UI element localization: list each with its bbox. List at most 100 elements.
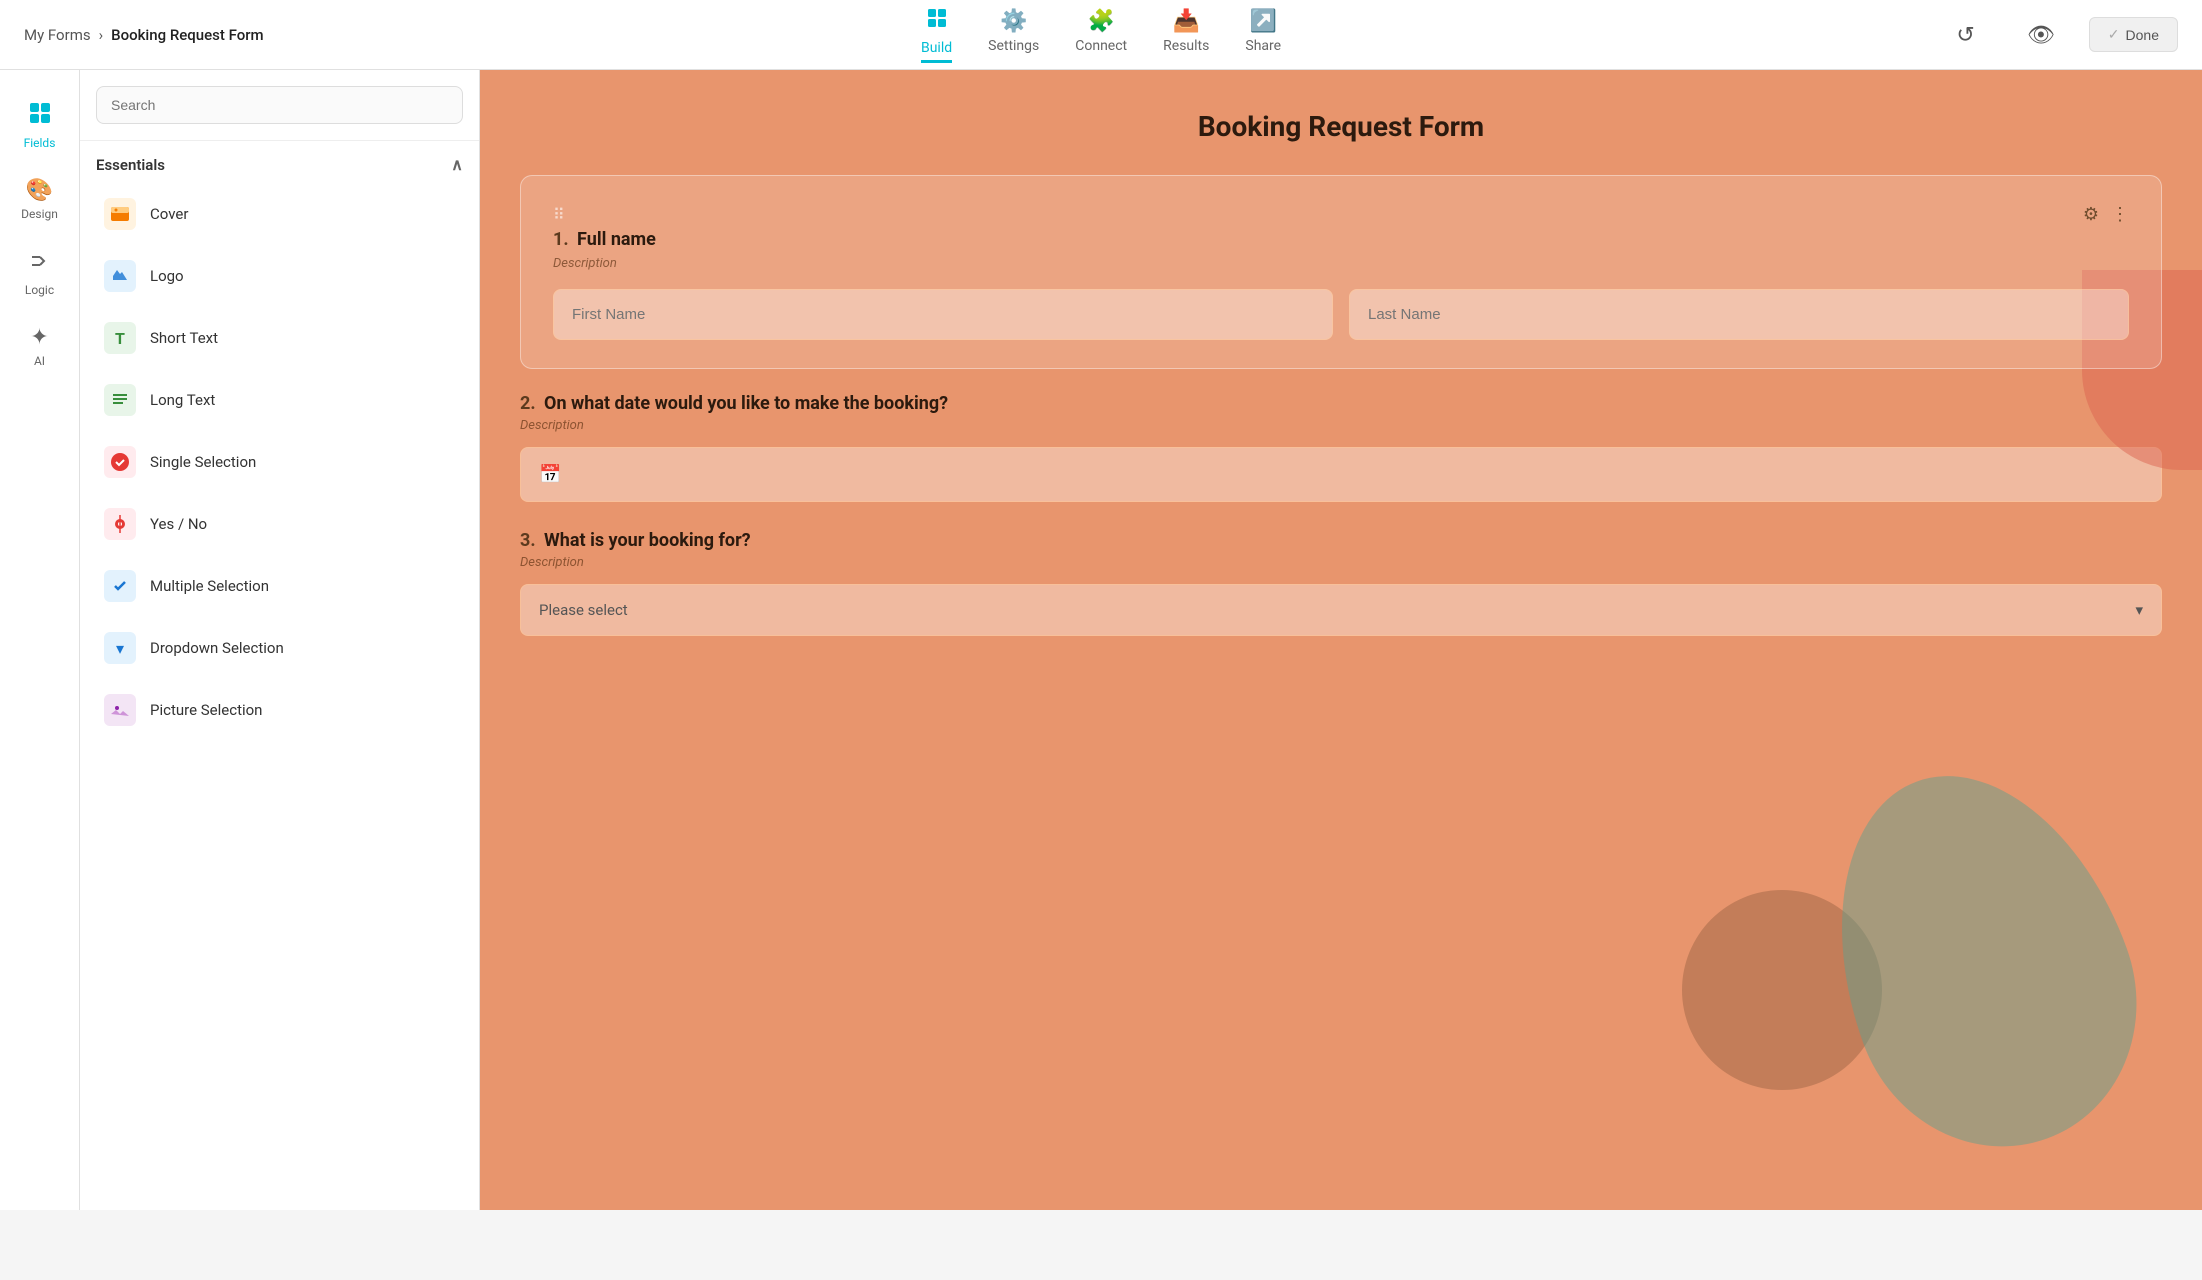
question-card-1: ⠿ ⚙ ⋮ 1. Full name Description [520,175,2162,369]
card-actions-1: ⚙ ⋮ [2083,204,2129,225]
question-3-container: 3. What is your booking for? Description… [520,530,2162,636]
field-item-picture-selection[interactable]: Picture Selection [88,680,471,740]
nav-share[interactable]: ↗️ Share [1245,9,1281,61]
card-settings-button[interactable]: ⚙ [2083,204,2099,225]
header-actions: ↺ 👁 ✓ Done [1938,14,2178,56]
results-icon: 📥 [1173,9,1200,34]
question-2-text: On what date would you like to make the … [544,393,948,414]
history-button[interactable]: ↺ [1938,14,1992,56]
breadcrumb-parent[interactable]: My Forms [24,26,91,44]
done-checkmark: ✓ [2108,26,2120,43]
chevron-up-icon[interactable]: ∧ [451,155,463,174]
sidebar-item-design[interactable]: 🎨 Design [6,168,74,231]
question-1-desc: Description [553,256,2129,271]
field-item-logo[interactable]: Logo [88,246,471,306]
last-name-input[interactable] [1349,289,2129,340]
top-nav: Build ⚙️ Settings 🧩 Connect 📥 Results ↗️… [921,6,1281,63]
nav-build-label: Build [921,40,952,56]
decorative-leaf [1785,734,2178,1187]
cover-field-icon [104,198,136,230]
main-layout: Fields 🎨 Design Logic ✦ AI Essentials ∧ [0,70,2202,1210]
cover-field-label: Cover [150,205,188,223]
yes-no-field-label: Yes / No [150,515,207,533]
short-text-field-label: Short Text [150,329,218,347]
dropdown-chevron-icon: ▾ [2135,601,2143,619]
nav-build[interactable]: Build [921,6,952,63]
done-label: Done [2126,27,2159,43]
field-item-long-text[interactable]: Long Text [88,370,471,430]
nav-settings-label: Settings [988,38,1039,54]
fields-panel: Essentials ∧ Cover Logo T Short Text Lon… [80,70,480,1210]
field-item-yes-no[interactable]: Yes / No [88,494,471,554]
build-icon [925,6,949,36]
multiple-selection-field-icon [104,570,136,602]
fields-icon [27,100,53,132]
search-box [80,70,479,141]
long-text-field-icon [104,384,136,416]
essentials-label: Essentials [96,156,165,174]
nav-share-label: Share [1245,38,1281,54]
question-2-desc: Description [520,418,2162,433]
nav-settings[interactable]: ⚙️ Settings [988,9,1039,61]
question-2-number: 2. [520,393,536,414]
sidebar-design-label: Design [21,207,58,221]
search-input[interactable] [96,86,463,124]
question-3-text: What is your booking for? [544,530,751,551]
long-text-field-label: Long Text [150,391,215,409]
sidebar-item-ai[interactable]: ✦ AI [6,315,74,378]
icon-sidebar: Fields 🎨 Design Logic ✦ AI [0,70,80,1210]
picture-selection-field-label: Picture Selection [150,701,262,719]
breadcrumb: My Forms › Booking Request Form [24,26,264,44]
field-item-dropdown[interactable]: ▾ Dropdown Selection [88,618,471,678]
question-2-container: 2. On what date would you like to make t… [520,393,2162,502]
design-icon: 🎨 [26,178,53,203]
question-2-label: 2. On what date would you like to make t… [520,393,2162,414]
logo-field-label: Logo [150,267,184,285]
sidebar-fields-label: Fields [24,136,56,150]
sidebar-ai-label: AI [34,354,45,368]
question-3-desc: Description [520,555,2162,570]
app-header: My Forms › Booking Request Form Build ⚙️… [0,0,2202,70]
sidebar-item-fields[interactable]: Fields [6,90,74,160]
breadcrumb-current: Booking Request Form [111,26,264,44]
logo-field-icon [104,260,136,292]
dropdown-placeholder: Please select [539,601,628,619]
field-item-multiple-selection[interactable]: Multiple Selection [88,556,471,616]
nav-results[interactable]: 📥 Results [1163,9,1209,61]
settings-icon: ⚙️ [1000,9,1027,34]
question-3-label: 3. What is your booking for? [520,530,2162,551]
preview-button[interactable]: 👁 [2009,14,2073,56]
logic-icon [28,249,52,279]
essentials-section-header: Essentials ∧ [80,141,479,184]
drag-handle-1[interactable]: ⠿ [553,205,567,224]
share-icon: ↗️ [1250,9,1277,34]
dropdown-field-label: Dropdown Selection [150,639,284,657]
nav-results-label: Results [1163,38,1209,54]
dropdown-input[interactable]: Please select ▾ [520,584,2162,636]
nav-connect[interactable]: 🧩 Connect [1075,9,1127,61]
date-input[interactable]: 📅 [520,447,2162,502]
field-item-cover[interactable]: Cover [88,184,471,244]
single-selection-field-label: Single Selection [150,453,256,471]
first-name-input[interactable] [553,289,1333,340]
card-header-1: ⠿ ⚙ ⋮ [553,204,2129,225]
question-1-number: 1. [553,229,569,250]
nav-connect-label: Connect [1075,38,1127,54]
form-title: Booking Request Form [520,110,2162,143]
yes-no-field-icon [104,508,136,540]
form-preview-area: Booking Request Form ⠿ ⚙ ⋮ 1. Full name … [480,70,2202,1210]
done-button[interactable]: ✓ Done [2089,17,2178,52]
field-item-short-text[interactable]: T Short Text [88,308,471,368]
name-fields [553,289,2129,340]
ai-icon: ✦ [30,325,48,350]
single-selection-field-icon [104,446,136,478]
question-3-number: 3. [520,530,536,551]
connect-icon: 🧩 [1088,9,1115,34]
calendar-icon: 📅 [539,464,561,485]
card-more-button[interactable]: ⋮ [2111,204,2129,225]
field-item-single-selection[interactable]: Single Selection [88,432,471,492]
sidebar-item-logic[interactable]: Logic [6,239,74,307]
question-1-label: 1. Full name [553,229,2129,250]
sidebar-logic-label: Logic [25,283,54,297]
short-text-field-icon: T [104,322,136,354]
